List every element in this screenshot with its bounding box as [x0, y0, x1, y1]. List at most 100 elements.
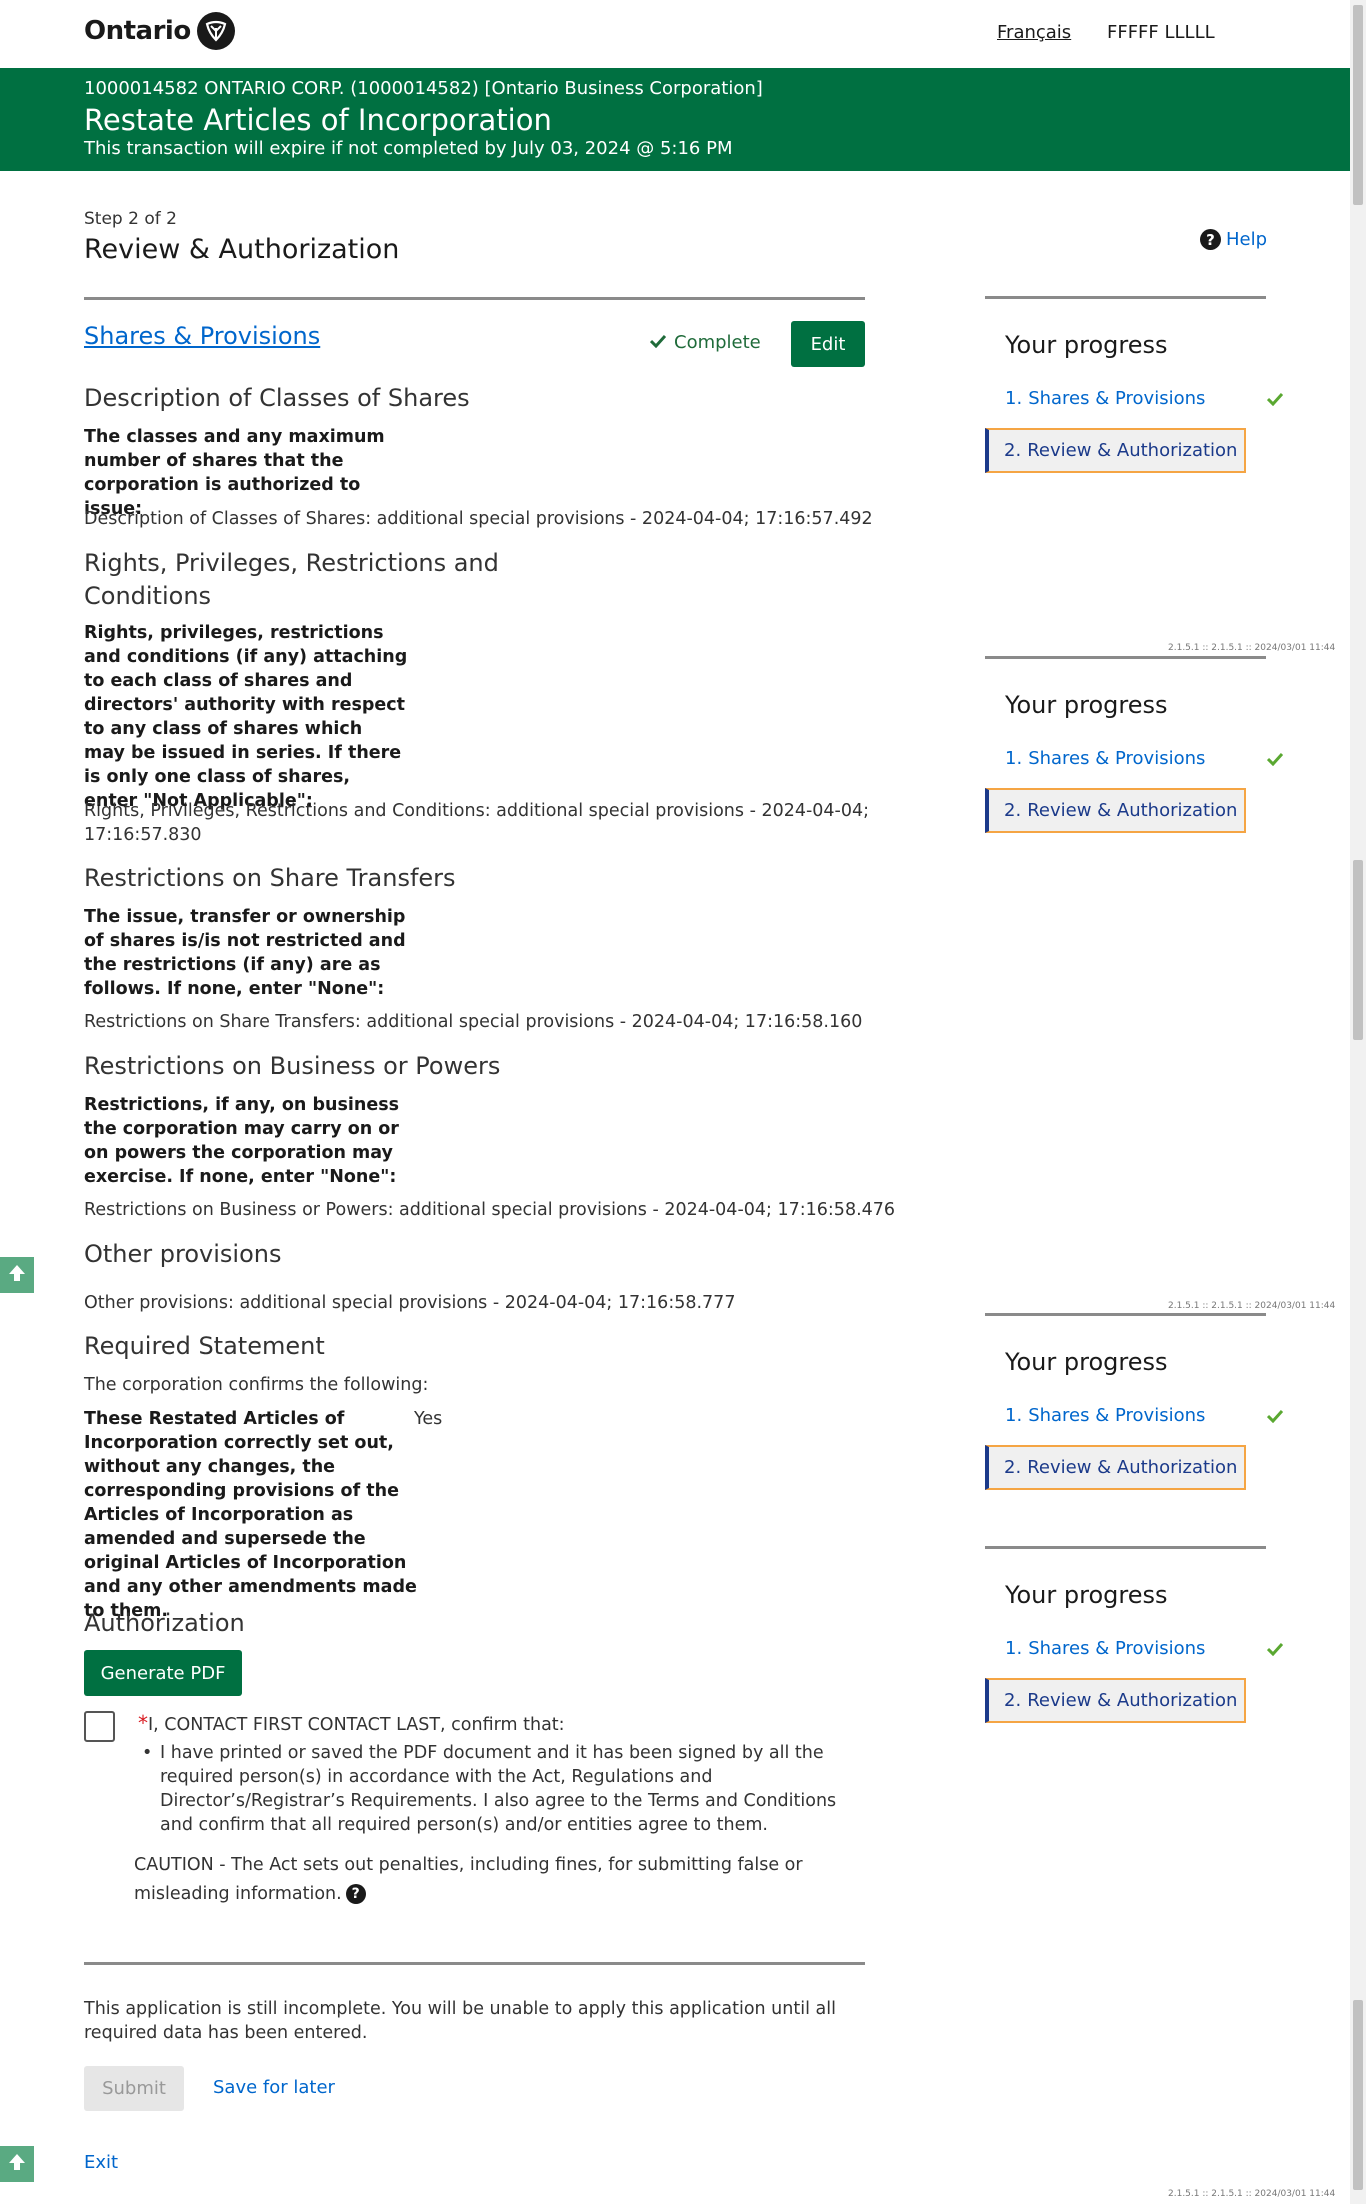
progress-step-shares[interactable]: 1. Shares & Provisions [1005, 1638, 1284, 1660]
progress-step-link[interactable]: Shares & Provisions [1028, 748, 1205, 769]
shares-provisions-link[interactable]: Shares & Provisions [84, 322, 320, 350]
status-complete: Complete [649, 332, 761, 353]
progress-step-label: Review & Authorization [1027, 1457, 1238, 1478]
status-label: Complete [674, 332, 761, 353]
user-name[interactable]: FFFFF LLLLL [1107, 22, 1215, 43]
authorization-heading: Authorization [84, 1609, 245, 1637]
edit-button[interactable]: Edit [791, 321, 865, 367]
confirm-bullet: I have printed or saved the PDF document… [140, 1741, 870, 1837]
required-question: These Restated Articles of Incorporation… [84, 1409, 417, 1621]
rights-answer: Rights, Privileges, Restrictions and Con… [84, 801, 870, 845]
progress-step-shares[interactable]: 1. Shares & Provisions [1005, 748, 1284, 770]
rights-heading: Rights, Privileges, Restrictions and Con… [84, 549, 499, 610]
progress-step-number: 1. [1005, 388, 1023, 409]
transfers-answer: Restrictions on Share Transfers: additio… [84, 1012, 863, 1032]
classes-answer: Description of Classes of Shares: additi… [84, 509, 873, 529]
expiry-notice: This transaction will expire if not comp… [84, 138, 733, 159]
scrollbar-thumb[interactable] [1353, 5, 1363, 205]
exit-link[interactable]: Exit [84, 2152, 118, 2173]
transaction-banner: 1000014582 ONTARIO CORP. (1000014582) [O… [0, 68, 1350, 171]
footer-divider [84, 1962, 865, 1965]
progress-step-label: Review & Authorization [1027, 1690, 1238, 1711]
caution-label: CAUTION - The Act sets out penalties, in… [134, 1855, 803, 1904]
transfers-heading: Restrictions on Share Transfers [84, 864, 456, 892]
version-label: 2.1.5.1 :: 2.1.5.1 :: 2024/03/01 11:44 [1168, 643, 1336, 653]
back-to-top-button[interactable] [0, 1257, 34, 1293]
progress-divider [985, 1546, 1266, 1549]
transaction-title: Restate Articles of Incorporation [84, 103, 552, 137]
question-circle-icon: ? [1200, 229, 1221, 250]
step-indicator: Step 2 of 2 [84, 209, 177, 229]
checkmark-icon [1266, 750, 1284, 771]
ontario-logo[interactable]: Ontario [84, 12, 235, 50]
help-link[interactable]: ? Help [1200, 229, 1267, 250]
corporation-name: 1000014582 ONTARIO CORP. (1000014582) [O… [84, 78, 763, 99]
generate-pdf-button[interactable]: Generate PDF [84, 1650, 242, 1696]
checkmark-icon [1266, 1640, 1284, 1661]
save-for-later-link[interactable]: Save for later [213, 2077, 335, 2098]
progress-step-number: 2. [1004, 800, 1022, 821]
version-label: 2.1.5.1 :: 2.1.5.1 :: 2024/03/01 11:44 [1168, 1301, 1336, 1311]
help-label[interactable]: Help [1226, 229, 1267, 250]
classes-heading: Description of Classes of Shares [84, 384, 470, 412]
required-intro: The corporation confirms the following: [84, 1375, 429, 1395]
progress-divider [985, 656, 1266, 659]
progress-panel: Your progress 1. Shares & Provisions 2. Re… [985, 1313, 1284, 1490]
section-divider [84, 297, 865, 300]
progress-divider [985, 296, 1266, 299]
progress-step-link[interactable]: Shares & Provisions [1028, 1405, 1205, 1426]
scrollbar-thumb[interactable] [1353, 860, 1363, 1040]
progress-step-review[interactable]: 2. Review & Authorization [985, 788, 1246, 833]
business-answer: Restrictions on Business or Powers: addi… [84, 1200, 896, 1220]
progress-step-link[interactable]: Shares & Provisions [1028, 388, 1205, 409]
trillium-icon [196, 12, 235, 50]
caution-text: CAUTION - The Act sets out penalties, in… [134, 1851, 874, 1909]
progress-step-number: 1. [1005, 1638, 1023, 1659]
progress-panel: Your progress 1. Shares & Provisions 2. Re… [985, 1546, 1284, 1723]
required-answer: Yes [414, 1409, 443, 1429]
rights-question: Rights, privileges, restrictions and con… [84, 623, 408, 811]
version-label: 2.1.5.1 :: 2.1.5.1 :: 2024/03/01 11:44 [1168, 2189, 1336, 2199]
transfers-question: The issue, transfer or ownership of shar… [84, 907, 406, 999]
progress-title: Your progress [1005, 1581, 1168, 1609]
progress-step-review[interactable]: 2. Review & Authorization [985, 428, 1246, 473]
progress-step-shares[interactable]: 1. Shares & Provisions [1005, 1405, 1284, 1427]
page-scrollbar[interactable] [1350, 0, 1366, 2204]
confirm-checkbox[interactable] [84, 1711, 115, 1742]
progress-title: Your progress [1005, 1348, 1168, 1376]
language-toggle-link[interactable]: Français [997, 22, 1071, 43]
site-header: Ontario Français FFFFF LLLLL [0, 0, 1350, 68]
page-title: Review & Authorization [84, 234, 400, 265]
submit-button[interactable]: Submit [84, 2066, 184, 2111]
scrollbar-thumb[interactable] [1353, 2000, 1363, 2190]
progress-step-link[interactable]: Shares & Provisions [1028, 1638, 1205, 1659]
progress-step-label: Review & Authorization [1027, 440, 1238, 461]
progress-step-number: 1. [1005, 1405, 1023, 1426]
business-question: Restrictions, if any, on business the co… [84, 1095, 400, 1187]
progress-step-number: 1. [1005, 748, 1023, 769]
checkmark-icon [649, 332, 667, 353]
progress-title: Your progress [1005, 691, 1168, 719]
required-heading: Required Statement [84, 1332, 325, 1360]
arrow-up-icon [7, 2152, 27, 2176]
progress-step-review[interactable]: 2. Review & Authorization [985, 1445, 1246, 1490]
progress-step-number: 2. [1004, 1690, 1022, 1711]
progress-panel: Your progress 1. Shares & Provisions 2. Re… [985, 296, 1284, 473]
incomplete-notice: This application is still incomplete. Yo… [84, 1999, 836, 2043]
checkmark-icon [1266, 1407, 1284, 1428]
confirm-label: I, CONTACT FIRST CONTACT LAST, confirm t… [148, 1715, 565, 1735]
progress-title: Your progress [1005, 331, 1168, 359]
business-heading: Restrictions on Business or Powers [84, 1052, 501, 1080]
progress-step-number: 2. [1004, 1457, 1022, 1478]
progress-step-review[interactable]: 2. Review & Authorization [985, 1678, 1246, 1723]
other-answer: Other provisions: additional special pro… [84, 1293, 736, 1313]
checkmark-icon [1266, 390, 1284, 411]
arrow-up-icon [7, 1263, 27, 1287]
progress-divider [985, 1313, 1266, 1316]
progress-step-label: Review & Authorization [1027, 800, 1238, 821]
logo-text: Ontario [84, 16, 191, 46]
back-to-top-button[interactable] [0, 2146, 34, 2182]
progress-step-shares[interactable]: 1. Shares & Provisions [1005, 388, 1284, 410]
required-asterisk: * [138, 1711, 148, 1735]
question-circle-icon[interactable]: ? [345, 1884, 366, 1904]
